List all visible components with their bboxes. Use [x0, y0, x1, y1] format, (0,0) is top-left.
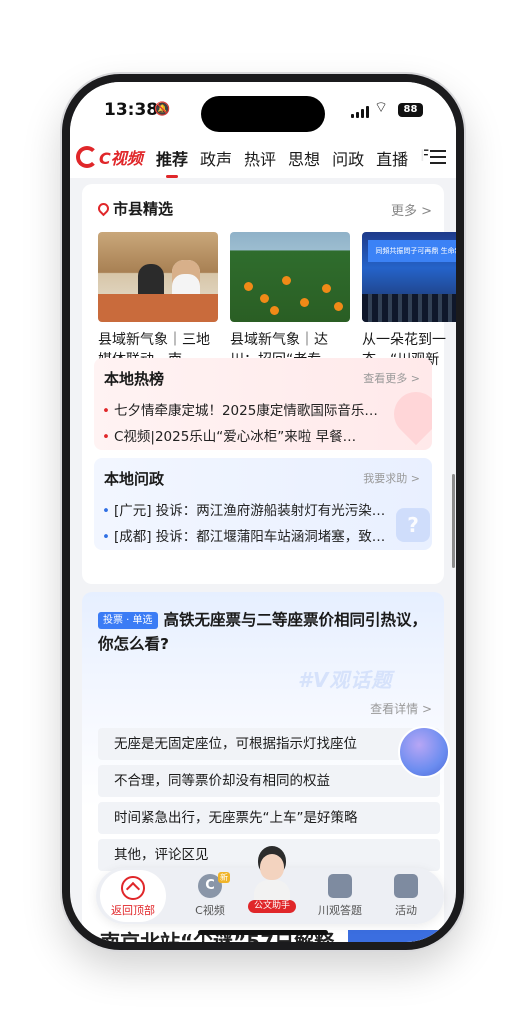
bullet-icon: • [102, 503, 110, 519]
county-card-list: 县域新气象｜三地媒体联动 南… 县域新气象｜达川：招回“老专… [98, 232, 456, 370]
tab-quiz[interactable]: 川观答题 [310, 874, 370, 918]
scrollbar[interactable] [452, 474, 455, 568]
menu-icon[interactable] [430, 150, 446, 168]
tab-inquiry[interactable]: 问政 [332, 146, 364, 170]
section-title: 市县精选 [95, 198, 174, 219]
section-title-text: 市县精选 [113, 200, 174, 218]
tab-thought[interactable]: 思想 [288, 146, 320, 170]
phone-frame: 13:38 🔕 ⌔ 88 C视频 推荐 政声 热评 思想 问政 直播 F 市县精… [62, 74, 464, 950]
county-card-image [98, 232, 218, 322]
channel-tabs: 推荐 政声 热评 思想 问政 直播 F [156, 146, 429, 178]
county-card-image: 同頻共振問子可再鼎 生命新相 [362, 232, 456, 322]
logo-c-icon [76, 146, 98, 168]
tabs-fade [408, 136, 424, 178]
tab-activity[interactable]: 活动 [376, 874, 436, 918]
assistant-label: 公文助手 [248, 900, 296, 913]
logo-text: C视频 [99, 149, 143, 168]
tab-cvideo[interactable]: 新 C视频 [180, 872, 240, 918]
quiz-label: 川观答题 [318, 904, 362, 917]
stage-screen-text: 同頻共振問子可再鼎 生命新相 [368, 240, 456, 262]
wifi-icon: ⌔ [374, 98, 389, 116]
gov-item[interactable]: • [成都] 投诉：都江堰蒲阳车站涵洞堵塞，致… [102, 524, 406, 550]
bullet-icon: • [102, 403, 110, 419]
app-logo[interactable]: C视频 [76, 146, 143, 168]
tab-politics-voice[interactable]: 政声 [200, 146, 232, 170]
hot-title: 本地热榜 [104, 370, 165, 388]
tab-recommend[interactable]: 推荐 [156, 146, 188, 178]
hot-item[interactable]: • C视频|2025乐山“爱心冰柜”来啦 早餐… [102, 424, 406, 450]
gov-title: 本地问政 [104, 470, 165, 488]
poll-option[interactable]: 不合理，同等票价却没有相同的权益 [98, 765, 440, 797]
poll-question[interactable]: 投票 · 单选 高铁无座票与二等座票价相同引热议，你怎么看? [98, 608, 434, 656]
poll-option[interactable]: 无座是无固定座位，可根据指示灯找座位 [98, 728, 440, 760]
bottom-tab-bar: 返回顶部 新 C视频 公文助手 川观答题 活动 [96, 854, 444, 924]
hot-more-link[interactable]: 查看更多 > [363, 370, 420, 386]
poll-detail-link[interactable]: 查看详情 > [370, 700, 432, 717]
top-nav: C视频 推荐 政声 热评 思想 问政 直播 F [70, 136, 456, 178]
tab-live[interactable]: 直播 [376, 146, 408, 170]
county-card[interactable]: 县域新气象｜达川：招回“老专… [230, 232, 350, 370]
bullet-icon: • [102, 429, 110, 445]
topic-watermark: #V观话题 [298, 668, 393, 692]
gov-item-text: [成都] 投诉：都江堰蒲阳车站涵洞堵塞，致… [113, 529, 386, 545]
gift-icon [394, 874, 418, 898]
feed: 市县精选 更多 > 县域新气象｜三地媒体联动 南… [70, 178, 456, 942]
status-time: 13:38 [104, 100, 159, 120]
hot-item-text: C视频|2025乐山“爱心冰柜”来啦 早餐… [113, 429, 357, 445]
floating-promo-badge[interactable] [398, 726, 450, 778]
poll-option[interactable]: 时间紧急出行，无座票先“上车”是好策略 [98, 802, 440, 834]
cvideo-label: C视频 [195, 904, 225, 917]
cellular-signal-icon [351, 106, 369, 118]
back-to-top-label: 返回顶部 [111, 904, 155, 917]
hot-item-text: 七夕情牵康定城！2025康定情歌国际音乐… [113, 403, 378, 419]
bullet-icon: • [102, 529, 110, 545]
gov-item[interactable]: • [广元] 投诉：两江渔府游船装射灯有光污染… [102, 498, 406, 524]
book-icon [328, 874, 352, 898]
tab-hot-comments[interactable]: 热评 [244, 146, 276, 170]
new-badge: 新 [218, 872, 230, 883]
hot-item[interactable]: • 七夕情牵康定城！2025康定情歌国际音乐… [102, 398, 406, 424]
next-article-image [348, 930, 456, 942]
local-inquiry-list: ? 本地问政 我要求助 > • [广元] 投诉：两江渔府游船装射灯有光污染… •[… [94, 458, 432, 550]
local-hot-list: 本地热榜 查看更多 > • 七夕情牵康定城！2025康定情歌国际音乐… • C视频|… [94, 358, 432, 450]
poll-tag: 投票 · 单选 [98, 612, 158, 629]
avatar-head [260, 854, 284, 880]
back-to-top-button[interactable]: 返回顶部 [100, 870, 166, 922]
location-pin-icon [95, 200, 112, 217]
ask-help-link[interactable]: 我要求助 > [363, 470, 420, 486]
dynamic-island [201, 96, 325, 132]
assistant-avatar[interactable]: 公文助手 [248, 854, 296, 914]
county-card-image [230, 232, 350, 322]
home-indicator[interactable] [198, 930, 328, 935]
screen: 13:38 🔕 ⌔ 88 C视频 推荐 政声 热评 思想 问政 直播 F 市县精… [70, 82, 456, 942]
arrow-up-icon [121, 876, 145, 900]
activity-label: 活动 [395, 904, 417, 917]
mute-bell-icon: 🔕 [154, 102, 171, 117]
more-link[interactable]: 更多 > [391, 200, 432, 219]
county-card[interactable]: 同頻共振問子可再鼎 生命新相 从一朵花到一态，“川观新 [362, 232, 456, 370]
battery-icon: 88 [398, 103, 423, 117]
gov-item-text: [广元] 投诉：两江渔府游船装射灯有光污染… [113, 503, 386, 519]
county-section: 市县精选 更多 > 县域新气象｜三地媒体联动 南… [82, 184, 456, 584]
county-card[interactable]: 县域新气象｜三地媒体联动 南… [98, 232, 218, 370]
